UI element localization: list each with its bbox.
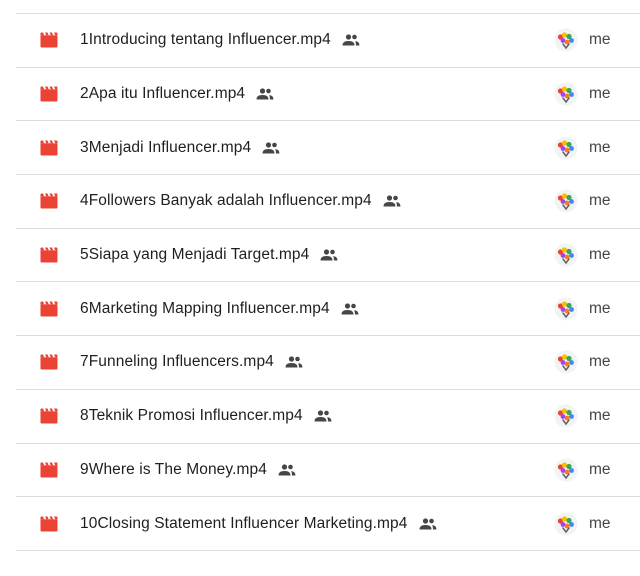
file-name-cell: 3Menjadi Influencer.mp4 xyxy=(80,139,280,157)
video-file-icon xyxy=(40,301,58,317)
file-name-cell: 8Teknik Promosi Influencer.mp4 xyxy=(80,407,332,425)
owner-cell: me xyxy=(554,404,611,428)
owner-cell: me xyxy=(554,350,611,374)
owner-name: me xyxy=(589,299,611,317)
file-name[interactable]: 2Apa itu Influencer.mp4 xyxy=(80,85,245,103)
file-name[interactable]: 4Followers Banyak adalah Influencer.mp4 xyxy=(80,192,372,210)
video-file-icon xyxy=(40,86,58,102)
owner-cell: me xyxy=(554,297,611,321)
shared-people-icon xyxy=(285,356,303,368)
shared-people-icon xyxy=(256,88,274,100)
shared-people-icon xyxy=(278,464,296,476)
owner-cell: me xyxy=(554,243,611,267)
owner-name: me xyxy=(589,353,611,371)
shared-people-icon xyxy=(341,303,359,315)
shared-people-icon xyxy=(342,34,360,46)
owner-avatar xyxy=(554,82,578,106)
owner-name: me xyxy=(589,138,611,156)
video-file-icon xyxy=(40,516,58,532)
file-name[interactable]: 10Closing Statement Influencer Marketing… xyxy=(80,515,408,533)
file-name-cell: 4Followers Banyak adalah Influencer.mp4 xyxy=(80,192,401,210)
file-row[interactable]: 10Closing Statement Influencer Marketing… xyxy=(16,497,640,551)
owner-name: me xyxy=(589,246,611,264)
shared-people-icon xyxy=(383,195,401,207)
file-name[interactable]: 7Funneling Influencers.mp4 xyxy=(80,353,274,371)
file-name-cell: 6Marketing Mapping Influencer.mp4 xyxy=(80,300,359,318)
video-file-icon xyxy=(40,354,58,370)
file-name-cell: 10Closing Statement Influencer Marketing… xyxy=(80,515,437,533)
owner-name: me xyxy=(589,460,611,478)
file-row[interactable]: 3Menjadi Influencer.mp4 me xyxy=(16,121,640,176)
file-name[interactable]: 8Teknik Promosi Influencer.mp4 xyxy=(80,407,303,425)
file-name[interactable]: 1Introducing tentang Influencer.mp4 xyxy=(80,31,331,49)
owner-name: me xyxy=(589,192,611,210)
file-name-cell: 9Where is The Money.mp4 xyxy=(80,461,296,479)
owner-avatar xyxy=(554,243,578,267)
file-row[interactable]: 4Followers Banyak adalah Influencer.mp4 … xyxy=(16,175,640,229)
shared-people-icon xyxy=(419,517,436,530)
file-name[interactable]: 6Marketing Mapping Influencer.mp4 xyxy=(80,300,330,318)
file-list: 1Introducing tentang Influencer.mp4 me 2… xyxy=(16,13,640,551)
owner-name: me xyxy=(589,31,611,49)
file-row[interactable]: 8Teknik Promosi Influencer.mp4 me xyxy=(16,390,640,444)
owner-cell: me xyxy=(554,82,611,106)
shared-people-icon xyxy=(320,249,338,261)
file-row[interactable]: 1Introducing tentang Influencer.mp4 me xyxy=(16,14,640,68)
owner-cell: me xyxy=(554,189,611,213)
file-row[interactable]: 5Siapa yang Menjadi Target.mp4 me xyxy=(16,229,640,283)
video-file-icon xyxy=(40,408,58,424)
file-name[interactable]: 5Siapa yang Menjadi Target.mp4 xyxy=(80,246,309,264)
owner-cell: me xyxy=(554,136,611,160)
owner-name: me xyxy=(589,514,611,532)
file-name-cell: 1Introducing tentang Influencer.mp4 xyxy=(80,31,360,49)
file-name-cell: 7Funneling Influencers.mp4 xyxy=(80,353,303,371)
owner-avatar xyxy=(554,136,578,160)
video-file-icon xyxy=(40,193,58,209)
video-file-icon xyxy=(40,462,58,478)
owner-avatar xyxy=(554,404,578,428)
owner-name: me xyxy=(589,407,611,425)
video-file-icon xyxy=(40,247,58,263)
shared-people-icon xyxy=(262,142,280,154)
file-row[interactable]: 9Where is The Money.mp4 me xyxy=(16,444,640,498)
owner-avatar xyxy=(554,189,578,213)
owner-avatar xyxy=(554,512,578,536)
owner-avatar xyxy=(554,28,578,52)
owner-name: me xyxy=(589,85,611,103)
file-name[interactable]: 9Where is The Money.mp4 xyxy=(80,461,267,479)
file-name[interactable]: 3Menjadi Influencer.mp4 xyxy=(80,139,251,157)
file-name-cell: 2Apa itu Influencer.mp4 xyxy=(80,85,274,103)
shared-people-icon xyxy=(314,410,332,422)
file-row[interactable]: 7Funneling Influencers.mp4 me xyxy=(16,336,640,390)
file-row[interactable]: 6Marketing Mapping Influencer.mp4 me xyxy=(16,282,640,337)
file-row[interactable]: 2Apa itu Influencer.mp4 me xyxy=(16,68,640,122)
owner-cell: me xyxy=(554,28,611,52)
owner-avatar xyxy=(554,350,578,374)
file-name-cell: 5Siapa yang Menjadi Target.mp4 xyxy=(80,246,338,264)
video-file-icon xyxy=(40,32,58,48)
owner-avatar xyxy=(554,458,578,482)
owner-cell: me xyxy=(554,458,611,482)
owner-cell: me xyxy=(554,512,611,536)
video-file-icon xyxy=(40,140,58,156)
owner-avatar xyxy=(554,297,578,321)
